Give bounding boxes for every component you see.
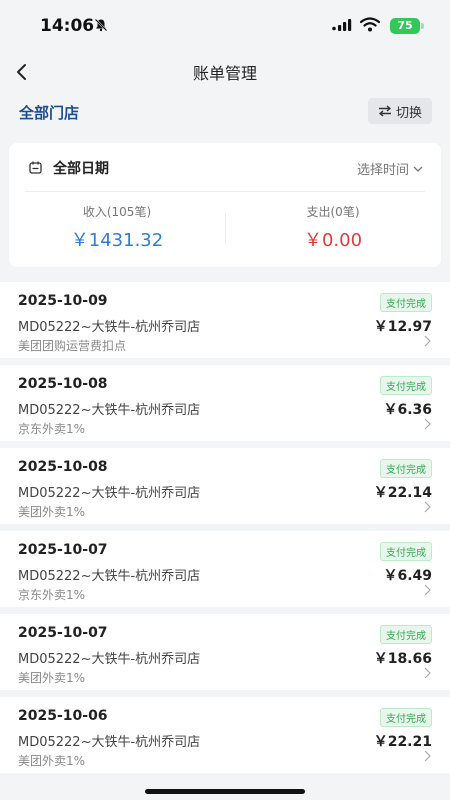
bill-list-item[interactable]: 2025-10-07 MD05222~大铁牛-杭州乔司店 美团外卖1% 支付完成…	[0, 614, 450, 690]
nav-bar: 账单管理	[0, 52, 450, 92]
bill-description: 美团团购运营费扣点	[18, 339, 127, 353]
select-time-button[interactable]: 选择时间	[357, 159, 423, 178]
bill-list-item[interactable]: 2025-10-08 MD05222~大铁牛-杭州乔司店 京东外卖1% 支付完成…	[0, 365, 450, 441]
status-badge: 支付完成	[380, 708, 432, 727]
signal-icon	[332, 19, 352, 31]
bill-list-item[interactable]: 2025-10-07 MD05222~大铁牛-杭州乔司店 京东外卖1% 支付完成…	[0, 531, 450, 607]
bill-amount: ￥18.66	[373, 651, 432, 667]
store-name: 全部门店	[19, 104, 80, 122]
expense-label: 支出(0笔)	[306, 205, 360, 219]
chevron-right-icon	[424, 418, 431, 430]
chevron-right-icon	[424, 584, 431, 596]
bill-store: MD05222~大铁牛-杭州乔司店	[18, 403, 201, 418]
bill-date: 2025-10-07	[18, 542, 108, 558]
select-time-label: 选择时间	[356, 163, 409, 178]
store-selector-row: 全部门店 切换	[0, 92, 450, 132]
status-badge: 支付完成	[380, 293, 432, 312]
battery-indicator: 75	[390, 18, 420, 34]
switch-store-button[interactable]: 切换	[368, 98, 432, 124]
income-stat: 收入(105笔) ￥1431.32	[9, 203, 225, 252]
chevron-right-icon	[424, 667, 431, 679]
page-title: 账单管理	[192, 64, 257, 83]
chevron-right-icon	[424, 335, 431, 347]
expense-stat: 支出(0笔) ￥0.00	[225, 203, 441, 252]
calendar-icon	[29, 161, 42, 174]
bill-list-item[interactable]: 2025-10-09 MD05222~大铁牛-杭州乔司店 美团团购运营费扣点 支…	[0, 282, 450, 358]
date-filter-label: 全部日期	[53, 161, 109, 177]
bill-date: 2025-10-08	[18, 459, 108, 475]
status-time: 14:06	[40, 16, 95, 36]
swap-icon	[378, 105, 391, 117]
chevron-right-icon	[424, 750, 431, 762]
bill-amount: ￥6.49	[383, 568, 432, 584]
status-badge: 支付完成	[380, 459, 432, 478]
bill-store: MD05222~大铁牛-杭州乔司店	[18, 320, 201, 335]
bill-description: 美团外卖1%	[18, 505, 86, 519]
bill-store: MD05222~大铁牛-杭州乔司店	[18, 735, 201, 750]
bill-store: MD05222~大铁牛-杭州乔司店	[18, 652, 201, 667]
bill-store: MD05222~大铁牛-杭州乔司店	[18, 569, 201, 584]
bill-amount: ￥22.14	[373, 485, 432, 501]
card-divider	[25, 191, 425, 192]
bill-amount: ￥12.97	[373, 319, 432, 335]
expense-value: ￥0.00	[303, 230, 363, 251]
bill-date: 2025-10-08	[18, 376, 108, 392]
status-bar: 14:06 75	[0, 0, 450, 52]
status-badge: 支付完成	[380, 542, 432, 561]
status-badge: 支付完成	[380, 625, 432, 644]
bill-description: 京东外卖1%	[18, 588, 86, 602]
bill-list: 2025-10-09 MD05222~大铁牛-杭州乔司店 美团团购运营费扣点 支…	[0, 282, 450, 780]
bill-amount: ￥6.36	[383, 402, 432, 418]
bill-description: 美团外卖1%	[18, 754, 86, 768]
switch-store-label: 切换	[395, 105, 422, 121]
date-filter-row[interactable]: 全部日期 选择时间	[9, 143, 441, 191]
home-indicator[interactable]	[145, 789, 305, 794]
summary-card: 全部日期 选择时间 收入(105笔) ￥1431.32 支出(0笔) ￥0.00	[9, 143, 441, 267]
bill-description: 美团外卖1%	[18, 671, 86, 685]
bill-list-item[interactable]: 2025-10-06 MD05222~大铁牛-杭州乔司店 美团外卖1% 支付完成…	[0, 697, 450, 773]
bill-date: 2025-10-06	[18, 708, 108, 724]
battery-cap	[421, 23, 424, 29]
bill-date: 2025-10-07	[18, 625, 108, 641]
bill-description: 京东外卖1%	[18, 422, 86, 436]
income-value: ￥1431.32	[70, 230, 164, 251]
chevron-right-icon	[424, 501, 431, 513]
income-label: 收入(105笔)	[82, 205, 152, 219]
bill-amount: ￥22.21	[373, 734, 432, 750]
status-badge: 支付完成	[380, 376, 432, 395]
bill-list-item[interactable]: 2025-10-08 MD05222~大铁牛-杭州乔司店 美团外卖1% 支付完成…	[0, 448, 450, 524]
bill-date: 2025-10-09	[18, 293, 108, 309]
bell-off-icon	[94, 18, 108, 32]
wifi-icon	[360, 17, 380, 32]
bill-store: MD05222~大铁牛-杭州乔司店	[18, 486, 201, 501]
chevron-down-icon	[413, 166, 423, 172]
